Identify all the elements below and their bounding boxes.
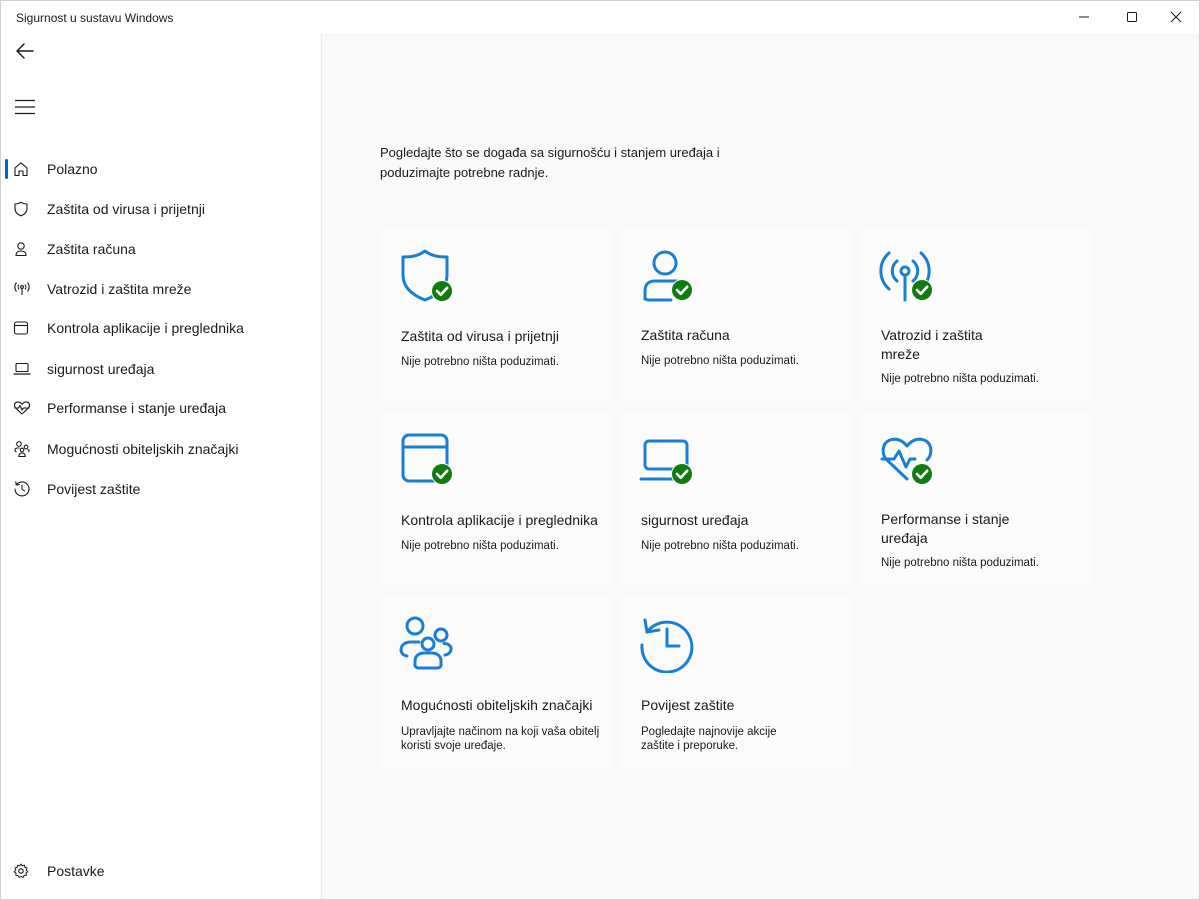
sidebar-item-firewall[interactable]: Vatrozid i zaštita mreže — [5, 271, 310, 307]
person-icon — [5, 231, 39, 267]
tile-firewall[interactable]: Vatrozid i zaštita mreže Nije potrebno n… — [859, 229, 1091, 401]
laptop-icon — [5, 351, 39, 387]
app-window: Sigurnost u sustavu Windows Polazno Zašt… — [0, 0, 1200, 900]
close-icon — [1170, 11, 1182, 23]
antenna-icon — [5, 271, 39, 307]
family-icon — [399, 615, 459, 673]
main-content: Pogledajte što se događa sa sigurnošću i… — [321, 33, 1199, 899]
sidebar-item-label: Polazno — [47, 161, 98, 177]
tile-device-security[interactable]: sigurnost uređaja Nije potrebno ništa po… — [619, 413, 851, 585]
tile-virus-protection[interactable]: Zaštita od virusa i prijetnji Nije potre… — [379, 229, 611, 401]
tile-status: Nije potrebno ništa poduzimati. — [401, 540, 559, 552]
minimize-icon — [1079, 16, 1089, 18]
close-button[interactable] — [1153, 1, 1199, 33]
tile-status: Nije potrebno ništa poduzimati. — [881, 557, 1039, 569]
hamburger-icon — [15, 99, 35, 115]
window-title: Sigurnost u sustavu Windows — [16, 11, 174, 25]
family-icon — [5, 431, 39, 467]
app-window-check-icon — [399, 431, 459, 489]
laptop-check-icon — [639, 431, 699, 489]
antenna-check-icon — [879, 247, 939, 305]
tile-description: Upravljajte načinom na koji vaša obitelj… — [401, 726, 600, 752]
app-window-icon — [5, 310, 39, 346]
gear-icon — [5, 853, 39, 889]
sidebar-item-app-browser-control[interactable]: Kontrola aplikacije i preglednika — [5, 310, 310, 346]
sidebar-item-label: Vatrozid i zaštita mreže — [47, 281, 192, 297]
tile-protection-history[interactable]: Povijest zaštite Pogledajte najnovije ak… — [619, 597, 851, 769]
intro-text: Pogledajte što se događa sa sigurnošću i… — [380, 145, 720, 180]
tile-title: Performanse i stanje uređaja — [881, 511, 1010, 546]
sidebar-item-family-options[interactable]: Mogućnosti obiteljskih značajki — [5, 431, 310, 467]
tile-title: sigurnost uređaja — [641, 512, 749, 528]
maximize-icon — [1127, 12, 1137, 22]
sidebar-item-label: Performanse i stanje uređaja — [47, 400, 226, 416]
heart-check-icon — [879, 431, 939, 489]
tile-title: Vatrozid i zaštita mreže — [881, 327, 983, 362]
person-check-icon — [639, 247, 699, 305]
tile-status: Nije potrebno ništa poduzimati. — [641, 355, 799, 367]
sidebar-item-label: Zaštita računa — [47, 241, 136, 257]
sidebar-item-settings[interactable]: Postavke — [5, 853, 310, 889]
history-icon — [5, 471, 39, 507]
tile-account-protection[interactable]: Zaštita računa Nije potrebno ništa poduz… — [619, 229, 851, 401]
tile-title: Zaštita od virusa i prijetnji — [401, 328, 559, 344]
tile-family-options[interactable]: Mogućnosti obiteljskih značajki Upravlja… — [379, 597, 611, 769]
heart-pulse-icon — [5, 390, 39, 426]
tile-description: Pogledajte najnovije akcije zaštite i pr… — [641, 726, 777, 752]
sidebar-item-account-protection[interactable]: Zaštita računa — [5, 231, 310, 267]
shield-check-icon — [399, 247, 459, 305]
sidebar-item-label: Postavke — [47, 863, 105, 879]
tile-title: Kontrola aplikacije i preglednika — [401, 512, 598, 528]
shield-icon — [5, 191, 39, 227]
back-button[interactable] — [9, 37, 41, 65]
tile-title: Zaštita računa — [641, 327, 730, 343]
sidebar-item-home[interactable]: Polazno — [5, 151, 310, 187]
back-arrow-icon — [16, 43, 34, 59]
maximize-button[interactable] — [1109, 1, 1155, 33]
tile-app-browser-control[interactable]: Kontrola aplikacije i preglednika Nije p… — [379, 413, 611, 585]
sidebar-item-label: Zaštita od virusa i prijetnji — [47, 201, 205, 217]
sidebar-item-device-performance[interactable]: Performanse i stanje uređaja — [5, 390, 310, 426]
tile-title: Povijest zaštite — [641, 697, 735, 713]
sidebar-item-label: Mogućnosti obiteljskih značajki — [47, 441, 239, 457]
home-icon — [5, 151, 39, 187]
sidebar-item-label: Povijest zaštite — [47, 481, 141, 497]
sidebar-item-virus-protection[interactable]: Zaštita od virusa i prijetnji — [5, 191, 310, 227]
title-bar: Sigurnost u sustavu Windows — [1, 1, 1199, 33]
menu-toggle-button[interactable] — [9, 93, 41, 121]
sidebar-item-label: Kontrola aplikacije i preglednika — [47, 320, 244, 336]
history-icon — [639, 615, 699, 673]
tile-status: Nije potrebno ništa poduzimati. — [401, 356, 559, 368]
tile-device-performance[interactable]: Performanse i stanje uređaja Nije potreb… — [859, 413, 1091, 585]
minimize-button[interactable] — [1061, 1, 1107, 33]
sidebar: Polazno Zaštita od virusa i prijetnji Za… — [1, 33, 320, 899]
tile-title: Mogućnosti obiteljskih značajki — [401, 697, 593, 713]
sidebar-item-protection-history[interactable]: Povijest zaštite — [5, 471, 310, 507]
sidebar-item-device-security[interactable]: sigurnost uređaja — [5, 351, 310, 387]
tile-status: Nije potrebno ništa poduzimati. — [641, 540, 799, 552]
tile-status: Nije potrebno ništa poduzimati. — [881, 373, 1039, 385]
sidebar-item-label: sigurnost uređaja — [47, 361, 155, 377]
